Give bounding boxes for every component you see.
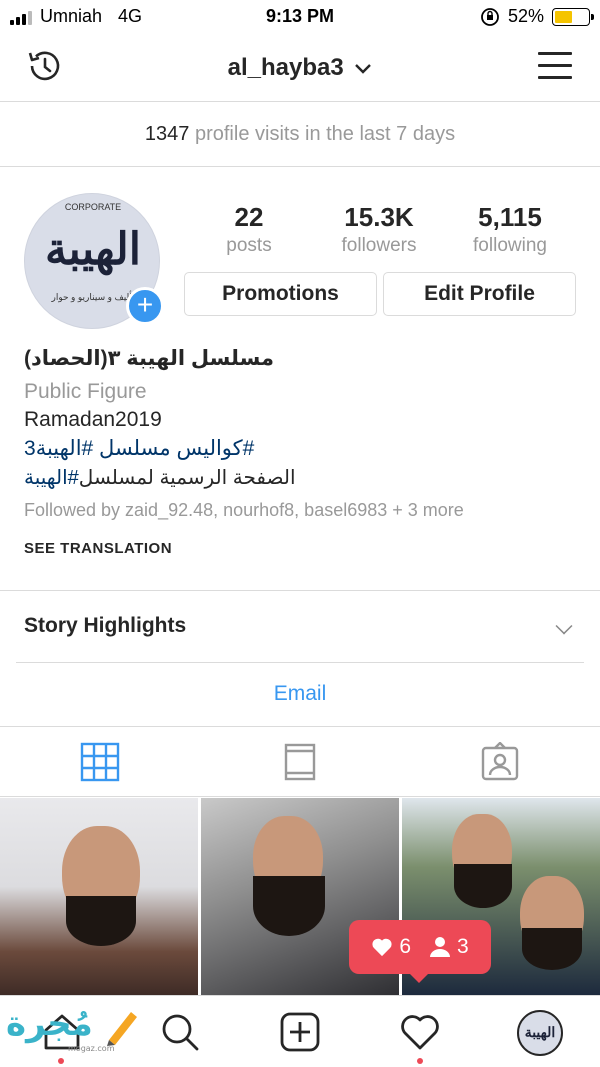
battery-fill (555, 10, 572, 23)
watermark-sub: mogaz.com (68, 1044, 115, 1053)
profile-header: al_hayba3 (0, 34, 600, 102)
status-right: 52% (480, 6, 594, 27)
bio-line-3-hashtag[interactable]: #الهيبة (24, 467, 79, 489)
activity-notification-dot (417, 1058, 423, 1064)
avatar-logo: الهيبة (44, 224, 142, 275)
person-icon (430, 937, 450, 957)
status-bar: Umniah 4G 9:13 PM 52% (0, 0, 600, 34)
bio-line-3-text: الصفحة الرسمية لمسلسل (78, 467, 296, 489)
posts-grid (0, 798, 600, 995)
post-photo-beard (66, 896, 136, 946)
follows-count-group: 3 (429, 935, 469, 959)
divider (0, 726, 600, 727)
followed-by[interactable]: Followed by zaid_92.48, nourhof8, basel6… (24, 500, 464, 521)
visits-text: profile visits in the last 7 days (194, 123, 456, 145)
battery-icon (552, 7, 594, 26)
activity-notification-bubble[interactable]: 6 3 (349, 920, 491, 983)
profile-tab-avatar[interactable]: الهيبة (517, 1010, 563, 1056)
posts-label: posts (226, 235, 272, 256)
promotions-button[interactable]: Promotions (184, 272, 377, 316)
post-photo-beard (522, 928, 582, 970)
activity-heart-icon[interactable] (398, 1010, 442, 1054)
hamburger-menu-icon[interactable] (538, 52, 572, 80)
battery-percent: 52% (507, 6, 544, 26)
heart-icon (372, 938, 392, 957)
bio-hashtags[interactable]: #كواليس مسلسل #الهيبة3 (24, 436, 254, 461)
watermark-text: مُجرة (6, 1004, 93, 1044)
tagged-icon[interactable] (480, 742, 520, 782)
bio-line-1: Ramadan2019 (24, 408, 162, 431)
following-count: 5,115 (478, 202, 542, 232)
profile-category: Public Figure (24, 380, 147, 403)
username-switcher[interactable]: al_hayba3 (0, 54, 600, 82)
divider (16, 662, 584, 663)
add-story-button[interactable]: + (126, 287, 164, 325)
divider (0, 796, 600, 797)
profile-visits-insight[interactable]: 1347 profile visits in the last 7 days (0, 103, 600, 167)
post-thumbnail[interactable] (0, 798, 198, 995)
post-photo-beard (253, 876, 325, 936)
stat-posts[interactable]: 22 posts (179, 202, 319, 257)
new-post-icon[interactable] (278, 1010, 322, 1054)
site-watermark-logo: مُجرة mogaz.com (6, 1004, 141, 1053)
post-photo-beard (454, 864, 512, 908)
stat-followers[interactable]: 15.3K followers (309, 202, 449, 257)
grid-icon[interactable] (80, 742, 120, 782)
home-notification-dot (58, 1058, 64, 1064)
likes-count-group: 6 (371, 935, 411, 959)
chevron-down-icon (355, 63, 372, 74)
following-label: following (473, 235, 547, 256)
stat-following[interactable]: 5,115 following (440, 202, 580, 257)
followers-label: followers (341, 235, 417, 256)
divider (0, 590, 600, 591)
bio-line-3: الصفحة الرسمية لمسلسل#الهيبة (24, 465, 296, 490)
pencil-icon (106, 1011, 137, 1046)
email-button[interactable]: Email (0, 682, 600, 706)
search-icon[interactable] (158, 1010, 202, 1054)
profile-name: مسلسل الهيبة ٣(الحصاد) (24, 347, 274, 370)
likes-count: 6 (399, 935, 411, 958)
username-title: al_hayba3 (227, 54, 344, 81)
edit-profile-button[interactable]: Edit Profile (383, 272, 576, 316)
see-translation-link[interactable]: SEE TRANSLATION (24, 540, 172, 557)
follows-count: 3 (457, 935, 469, 958)
story-highlights-title[interactable]: Story Highlights (24, 614, 186, 638)
chevron-down-icon[interactable] (555, 617, 573, 635)
feed-icon[interactable] (280, 742, 320, 782)
avatar-logo-caption: CORPORATE (64, 202, 122, 212)
orientation-lock-icon (481, 7, 499, 26)
visits-count: 1347 (144, 123, 190, 145)
posts-count: 22 (234, 202, 264, 232)
followers-count: 15.3K (344, 202, 414, 232)
